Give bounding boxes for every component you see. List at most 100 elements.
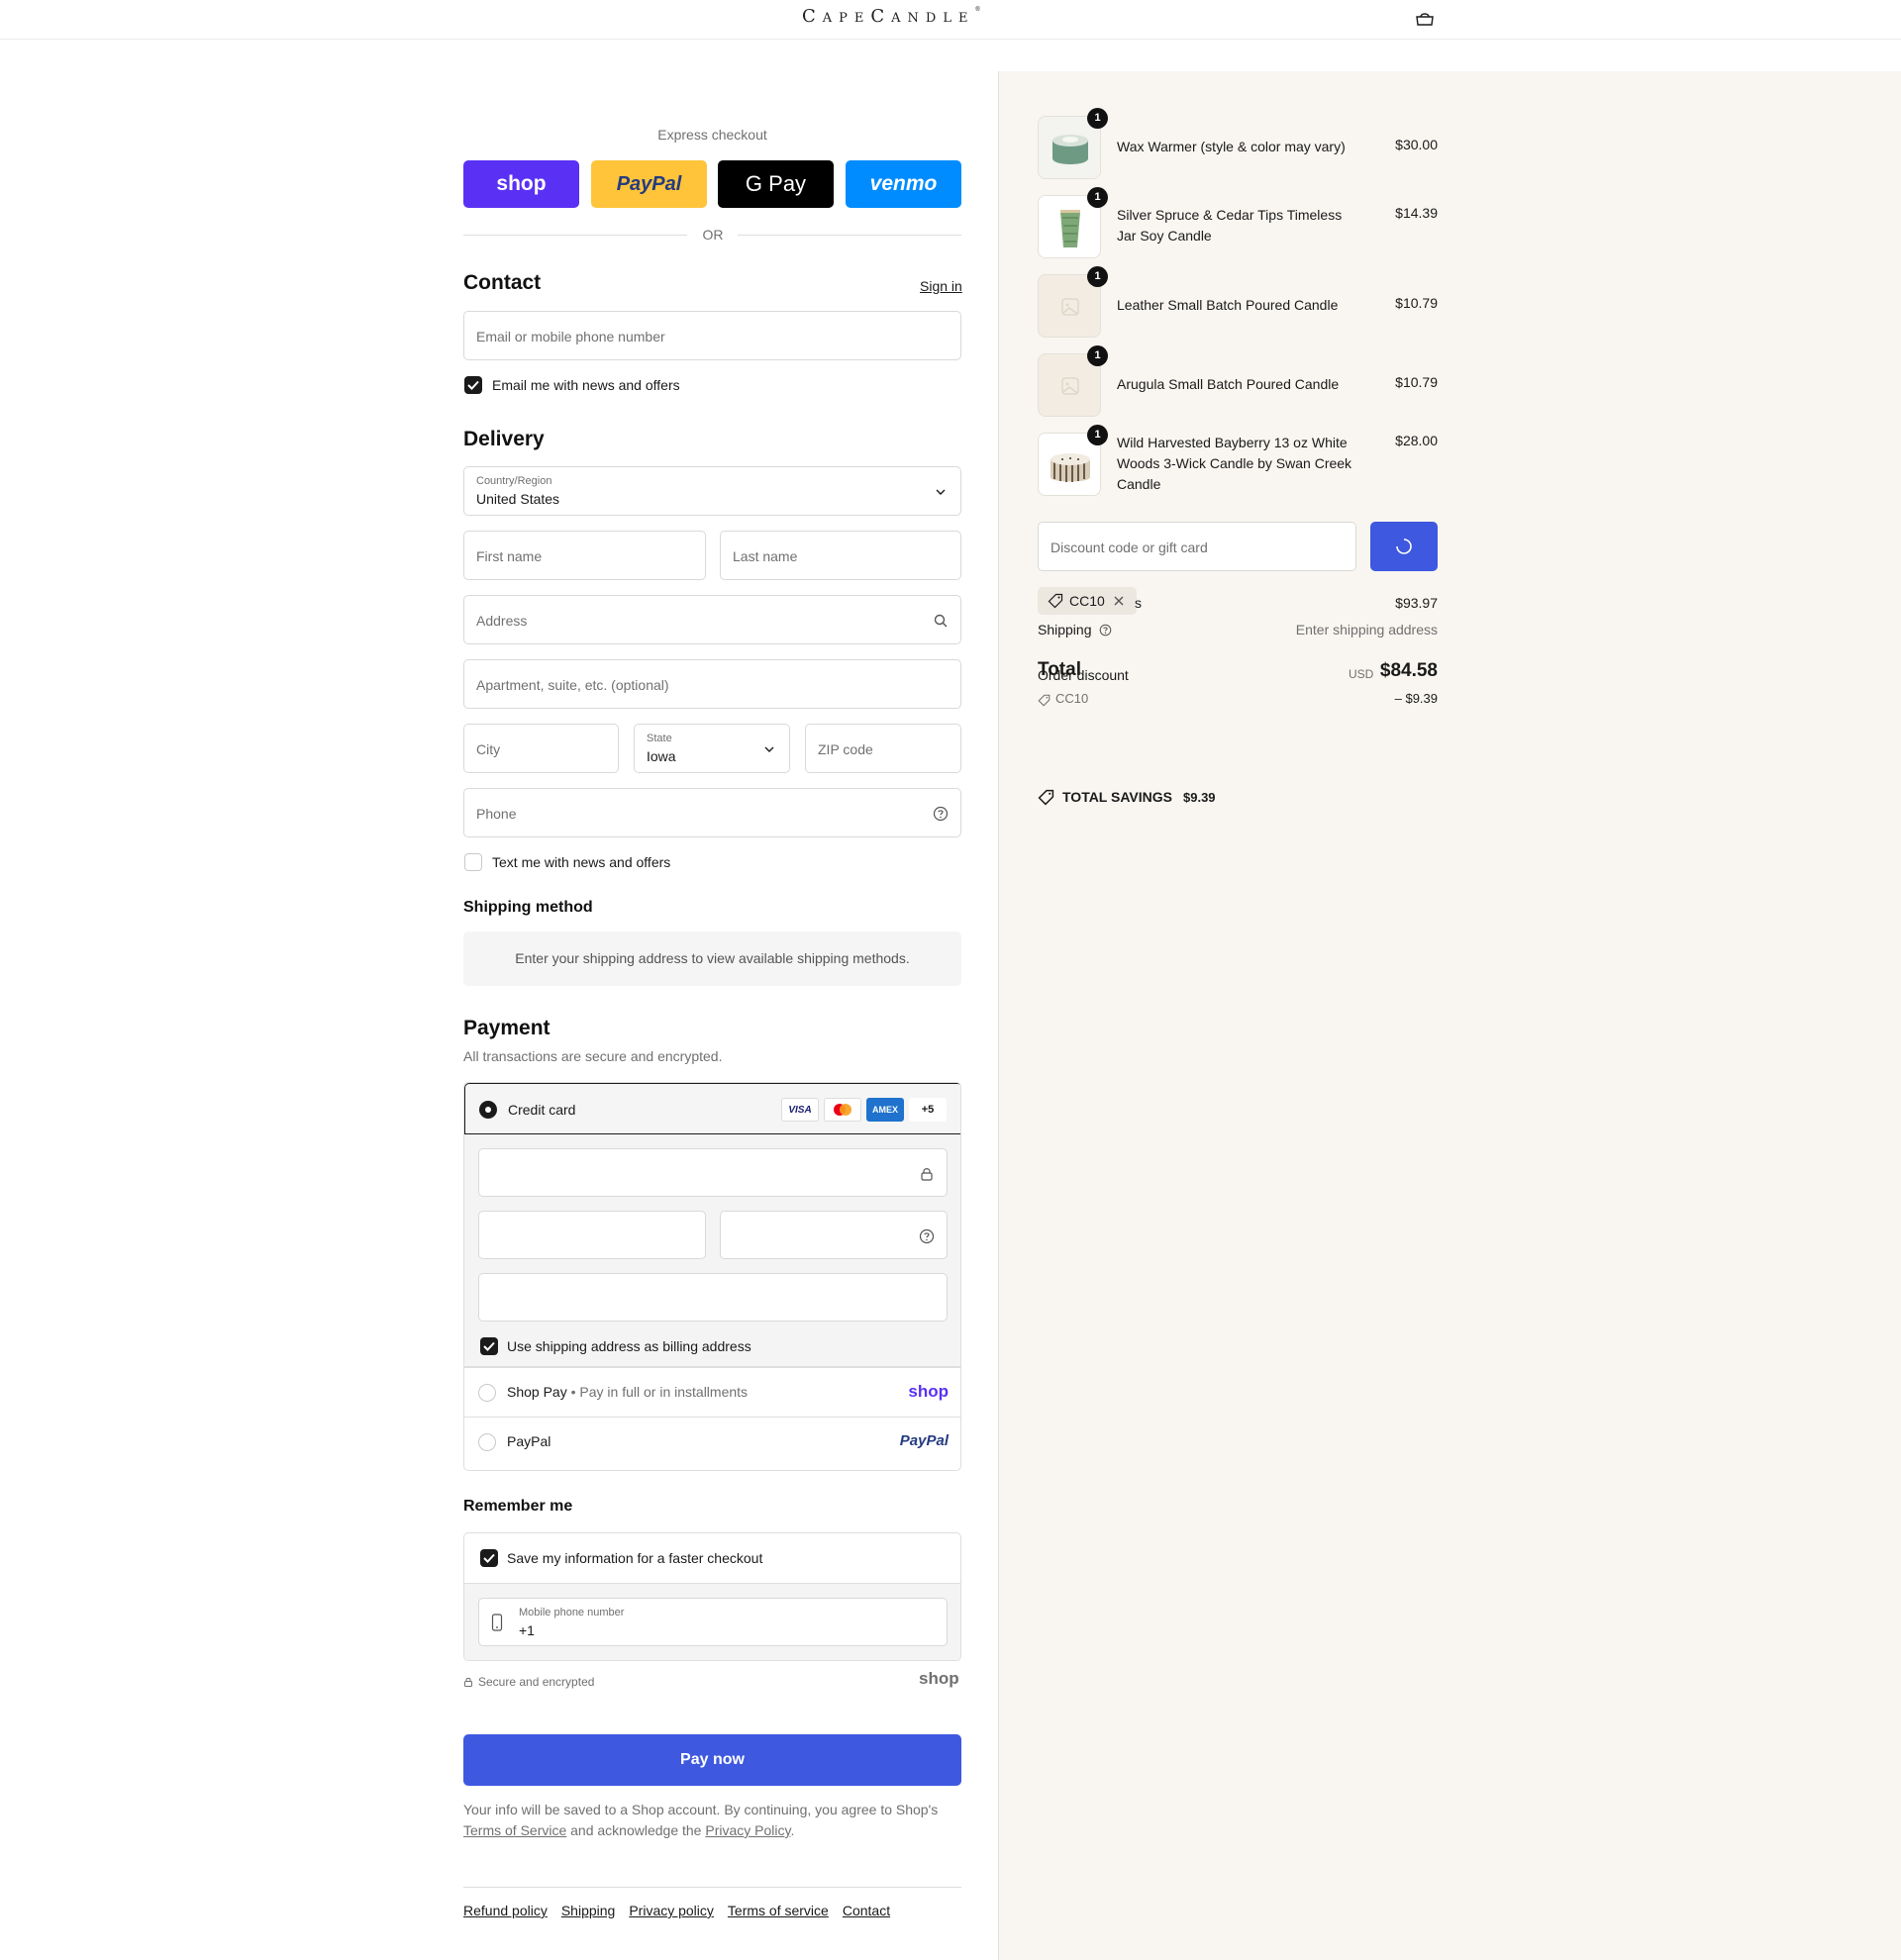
shop-pay-option[interactable]: Shop Pay • Pay in full or in installment… bbox=[464, 1367, 960, 1417]
check-icon bbox=[483, 1341, 495, 1351]
delivery-heading: Delivery bbox=[463, 428, 545, 450]
item-price: $10.79 bbox=[1395, 295, 1438, 311]
discount-code-field[interactable]: Discount code or gift card bbox=[1038, 522, 1356, 571]
applied-code: CC10 bbox=[1069, 593, 1105, 609]
shop-logo: shop bbox=[919, 1669, 959, 1688]
order-item: 1 Leather Small Batch Poured Candle $10.… bbox=[1038, 266, 1438, 338]
shipping-label: Shipping bbox=[1038, 622, 1092, 637]
remember-me-box: Save my information for a faster checkou… bbox=[463, 1532, 961, 1661]
sign-in-link[interactable]: Sign in bbox=[920, 278, 962, 294]
payment-methods: Credit card VISA AMEX +5 Use shipping ad… bbox=[463, 1082, 961, 1471]
refund-policy-link[interactable]: Refund policy bbox=[463, 1903, 548, 1918]
quantity-badge: 1 bbox=[1087, 425, 1108, 445]
credit-card-label: Credit card bbox=[508, 1102, 576, 1118]
help-icon[interactable] bbox=[933, 806, 949, 822]
item-price: $28.00 bbox=[1395, 433, 1438, 448]
legal-text-3: . bbox=[790, 1822, 795, 1838]
first-name-field[interactable]: First name bbox=[463, 531, 706, 580]
shipping-row: Shipping Enter shipping address bbox=[1038, 622, 1438, 637]
terms-of-service-footer-link[interactable]: Terms of service bbox=[728, 1903, 829, 1918]
more-cards-badge: +5 bbox=[909, 1098, 947, 1122]
bag-icon[interactable] bbox=[1415, 12, 1435, 26]
remember-me-heading: Remember me bbox=[463, 1498, 573, 1515]
country-select[interactable]: Country/Region United States bbox=[463, 466, 961, 516]
quantity-badge: 1 bbox=[1087, 345, 1108, 366]
expiry-field[interactable] bbox=[478, 1211, 706, 1259]
zip-field[interactable]: ZIP code bbox=[805, 724, 961, 773]
quantity-badge: 1 bbox=[1087, 266, 1108, 287]
google-pay-express-button[interactable]: G Pay bbox=[718, 160, 834, 208]
privacy-policy-footer-link[interactable]: Privacy policy bbox=[629, 1903, 714, 1918]
mobile-phone-field[interactable]: Mobile phone number +1 bbox=[478, 1598, 948, 1646]
item-name: Leather Small Batch Poured Candle bbox=[1117, 297, 1339, 313]
text-news-checkbox[interactable] bbox=[464, 853, 482, 871]
shipping-method-heading: Shipping method bbox=[463, 899, 593, 916]
help-icon[interactable] bbox=[919, 1228, 935, 1244]
chevron-down-icon bbox=[936, 489, 946, 495]
city-field[interactable]: City bbox=[463, 724, 619, 773]
check-icon bbox=[483, 1553, 495, 1563]
header: CapeCandle® bbox=[0, 0, 1901, 40]
save-info-checkbox[interactable] bbox=[480, 1549, 498, 1567]
legal-text-2: and acknowledge the bbox=[570, 1822, 702, 1838]
credit-card-radio[interactable] bbox=[479, 1101, 497, 1119]
last-name-field[interactable]: Last name bbox=[720, 531, 961, 580]
discount-value: – $9.39 bbox=[1394, 691, 1438, 706]
order-item: 1 Wild Harvested Bayberry 13 oz White Wo… bbox=[1038, 425, 1438, 496]
security-code-field[interactable] bbox=[720, 1211, 948, 1259]
email-news-checkbox[interactable] bbox=[464, 376, 482, 394]
total-savings-value: $9.39 bbox=[1183, 790, 1216, 805]
quantity-badge: 1 bbox=[1087, 108, 1108, 129]
venmo-express-button[interactable]: venmo bbox=[846, 160, 961, 208]
lock-icon bbox=[921, 1168, 933, 1181]
footer-divider bbox=[463, 1887, 961, 1888]
chevron-down-icon bbox=[764, 746, 774, 752]
phone-field[interactable]: Phone bbox=[463, 788, 961, 837]
order-item: 1 Wax Warmer (style & color may vary) $3… bbox=[1038, 108, 1438, 179]
order-discount-label: Order discount bbox=[1038, 667, 1129, 683]
privacy-policy-link[interactable]: Privacy Policy bbox=[705, 1822, 790, 1838]
address-field[interactable]: Address bbox=[463, 595, 961, 644]
shop-pay-sub: Pay in full or in installments bbox=[579, 1384, 749, 1400]
brand-logo[interactable]: CapeCandle® bbox=[802, 6, 980, 27]
tag-icon bbox=[1038, 789, 1054, 806]
total-value: $84.58 bbox=[1379, 660, 1438, 681]
quantity-badge: 1 bbox=[1087, 187, 1108, 208]
currency-label: USD bbox=[1349, 667, 1374, 681]
shop-pay-radio[interactable] bbox=[478, 1384, 496, 1402]
amex-icon: AMEX bbox=[866, 1098, 904, 1122]
pay-now-button[interactable]: Pay now bbox=[463, 1734, 961, 1786]
divider bbox=[463, 235, 687, 236]
name-on-card-field[interactable] bbox=[478, 1273, 948, 1322]
lock-icon bbox=[464, 1677, 472, 1687]
total-savings-label: TOTAL SAVINGS bbox=[1062, 789, 1172, 805]
billing-same-checkbox[interactable] bbox=[480, 1337, 498, 1355]
order-item: 1 Silver Spruce & Cedar Tips Timeless Ja… bbox=[1038, 187, 1438, 258]
contact-link[interactable]: Contact bbox=[843, 1903, 890, 1918]
email-field[interactable]: Email or mobile phone number bbox=[463, 311, 961, 360]
legal-text-1: Your info will be saved to a Shop accoun… bbox=[463, 1802, 939, 1817]
or-label: OR bbox=[702, 227, 724, 243]
help-icon[interactable] bbox=[1099, 624, 1112, 637]
shop-pay-express-button[interactable]: shop bbox=[463, 160, 579, 208]
applied-code-chip: CC10 bbox=[1038, 587, 1137, 615]
state-select[interactable]: State Iowa bbox=[634, 724, 790, 773]
search-icon bbox=[934, 614, 948, 628]
shipping-link[interactable]: Shipping bbox=[561, 1903, 616, 1918]
shipping-method-notice: Enter your shipping address to view avai… bbox=[463, 931, 961, 986]
terms-of-service-link[interactable]: Terms of Service bbox=[463, 1822, 566, 1838]
item-price: $10.79 bbox=[1395, 374, 1438, 390]
apply-discount-button[interactable] bbox=[1370, 522, 1438, 571]
paypal-express-button[interactable]: PayPal bbox=[591, 160, 707, 208]
close-icon[interactable] bbox=[1113, 595, 1125, 607]
credit-card-option[interactable]: Credit card VISA AMEX +5 bbox=[464, 1083, 960, 1134]
contact-heading: Contact bbox=[463, 271, 542, 294]
item-name: Arugula Small Batch Poured Candle bbox=[1117, 376, 1340, 392]
discount-code-label: CC10 bbox=[1055, 691, 1089, 706]
paypal-option[interactable]: PayPal PayPal bbox=[464, 1417, 960, 1466]
subtotal-label-fragment: s bbox=[1135, 595, 1142, 611]
paypal-radio[interactable] bbox=[478, 1433, 496, 1451]
apartment-field[interactable]: Apartment, suite, etc. (optional) bbox=[463, 659, 961, 709]
spinner-icon bbox=[1396, 539, 1412, 554]
card-number-field[interactable] bbox=[478, 1148, 948, 1197]
